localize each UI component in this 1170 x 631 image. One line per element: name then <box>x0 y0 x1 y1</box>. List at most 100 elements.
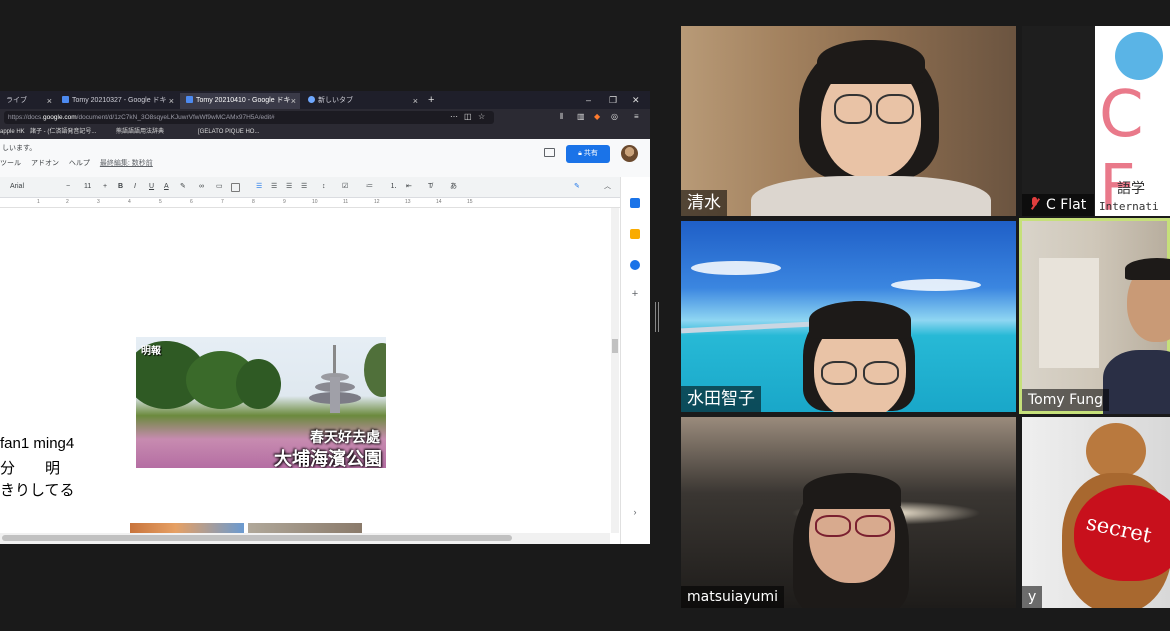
logo-subtitle: 語学 <box>1117 180 1145 196</box>
split-view-handle[interactable] <box>655 302 659 332</box>
heart-text: secret <box>1084 510 1154 548</box>
star-icon[interactable]: ☆ <box>478 112 485 121</box>
new-tab-button[interactable]: + <box>428 93 434 107</box>
url-prefix: https://docs. <box>8 114 44 121</box>
ruler-mark: 1 <box>37 199 40 205</box>
tab-doc-20210327[interactable]: Tomy 20210327 - Google ドキ × <box>56 93 178 109</box>
line-spacing-icon[interactable]: ↕ <box>322 181 326 193</box>
bold-button[interactable]: B <box>118 181 123 193</box>
ruler-mark: 9 <box>283 199 286 205</box>
checklist-icon[interactable]: ☑ <box>342 181 348 193</box>
highlight-icon[interactable]: ✎ <box>180 181 186 193</box>
participant-name: C Flat <box>1046 197 1087 213</box>
comment-add-icon[interactable]: ▭ <box>216 181 223 193</box>
input-tools-icon[interactable]: あ <box>450 181 457 193</box>
calendar-icon[interactable] <box>630 198 640 208</box>
bookmark-item[interactable]: 熊語語語用法辞典 <box>116 126 164 139</box>
align-center-icon[interactable]: ☰ <box>271 181 277 193</box>
participant-name-bar: C Flat <box>1022 194 1095 216</box>
share-button[interactable]: 🔒︎ 共有 <box>566 145 610 163</box>
account-icon[interactable]: ◎ <box>611 112 618 121</box>
video-tile-mizuta[interactable]: 水田智子 <box>681 221 1016 412</box>
docs-side-panel: + › <box>620 177 650 544</box>
tab-doc-20210410[interactable]: Tomy 20210410 - Google ドキ × <box>180 93 300 109</box>
bookmark-item[interactable]: [GELATO PIQUE HO... <box>198 126 259 139</box>
close-icon[interactable]: × <box>47 93 52 109</box>
video-tile-matsuiayumi[interactable]: matsuiayumi <box>681 417 1016 608</box>
ruler-mark: 11 <box>343 199 349 205</box>
tab-label: Tomy 20210327 - Google ドキ <box>72 97 167 104</box>
bookmark-item[interactable]: 諸子 - (仁済語発音記号... <box>30 126 96 139</box>
sidebar-icon[interactable]: ▥ <box>577 112 585 121</box>
globe-icon <box>1115 32 1163 80</box>
italic-button[interactable]: I <box>134 181 136 193</box>
video-tile-c-flat[interactable]: C F 語学 Internati C Flat <box>1022 26 1170 216</box>
increase-font-icon[interactable]: + <box>103 181 107 193</box>
vertical-scrollbar[interactable] <box>611 208 619 533</box>
text-color-button[interactable]: A <box>164 181 169 193</box>
menu-addons[interactable]: アドオン <box>31 160 59 167</box>
ruler-mark: 2 <box>66 199 69 205</box>
last-edit-link[interactable]: 最終編集: 数秒前 <box>100 160 153 167</box>
video-tile-shimizu[interactable]: 清水 <box>681 26 1016 216</box>
tab-live[interactable]: ライブ × <box>0 93 56 109</box>
chevron-right-icon[interactable]: › <box>630 507 640 517</box>
tree-shape <box>364 343 386 397</box>
embedded-photo-2[interactable] <box>130 523 244 533</box>
clear-format-icon[interactable]: T̸ <box>428 181 432 193</box>
underline-button[interactable]: U <box>149 181 154 193</box>
newspaper-logo: 明報 <box>141 346 161 357</box>
align-justify-icon[interactable]: ☰ <box>301 181 307 193</box>
font-size-input[interactable]: 11 <box>84 181 91 193</box>
avatar[interactable] <box>621 145 638 162</box>
collapse-icon[interactable]: ︿ <box>604 181 611 193</box>
library-icon[interactable]: ⫴ <box>560 112 563 122</box>
numbered-list-icon[interactable]: ⒈ <box>390 181 397 193</box>
indent-decrease-icon[interactable]: ⇤ <box>406 181 412 193</box>
embedded-photo[interactable]: 明報 春天好去處 大埔海濱公園 <box>136 337 386 468</box>
scroll-thumb[interactable] <box>612 339 618 353</box>
menu-help[interactable]: ヘルプ <box>69 160 90 167</box>
bookmark-item[interactable]: apple HK <box>0 126 25 139</box>
ruler-mark: 10 <box>312 199 318 205</box>
bullet-list-icon[interactable]: ≔ <box>366 181 373 193</box>
align-left-icon[interactable]: ☰ <box>256 181 262 193</box>
close-icon[interactable]: × <box>169 93 174 109</box>
restore-icon[interactable]: ❐ <box>609 93 617 107</box>
close-icon[interactable]: × <box>413 93 418 109</box>
window-close-icon[interactable]: ✕ <box>632 93 640 107</box>
menu-tools[interactable]: ツール <box>0 160 21 167</box>
keep-icon[interactable] <box>630 229 640 239</box>
decrease-font-icon[interactable]: − <box>66 181 70 193</box>
tasks-icon[interactable] <box>630 260 640 270</box>
comment-icon[interactable] <box>544 148 555 157</box>
tab-label: 新しいタブ <box>318 97 353 104</box>
doc-text-line: きりしてる <box>0 482 75 499</box>
participant-name: 水田智子 <box>681 386 761 412</box>
extension-icon[interactable]: ◆ <box>594 112 600 121</box>
doc-title[interactable]: しいます。 <box>2 143 36 153</box>
ruler-mark: 4 <box>128 199 131 205</box>
video-tile-y[interactable]: secret y <box>1022 417 1170 608</box>
docs-header: しいます。 ツール アドオン ヘルプ 最終編集: 数秒前 🔒︎ 共有 <box>0 139 650 177</box>
more-icon[interactable]: ⋯ <box>450 112 458 121</box>
tab-bar: ライブ × Tomy 20210327 - Google ドキ × Tomy 2… <box>0 91 650 109</box>
edit-mode-icon[interactable]: ✎ <box>574 181 580 193</box>
tab-label: Tomy 20210410 - Google ドキ <box>196 97 291 104</box>
embedded-photo-3[interactable] <box>248 523 362 533</box>
add-addon-icon[interactable]: + <box>630 289 640 300</box>
font-family-select[interactable]: Arial <box>10 181 24 193</box>
url-toolbar: https://docs.google.com/document/d/1zC7k… <box>0 109 650 126</box>
close-icon[interactable]: × <box>291 93 296 109</box>
align-right-icon[interactable]: ☰ <box>286 181 292 193</box>
horizontal-scroll-thumb[interactable] <box>2 535 512 541</box>
video-tile-tomy-fung[interactable]: Tomy Fung <box>1019 218 1170 414</box>
link-icon[interactable]: ∞ <box>199 181 204 193</box>
minimize-icon[interactable]: ‒ <box>586 93 591 107</box>
image-icon[interactable] <box>231 183 240 192</box>
share-label: 共有 <box>583 150 598 157</box>
address-bar[interactable]: https://docs.google.com/document/d/1zC7k… <box>4 111 494 124</box>
pocket-icon[interactable]: ◫ <box>464 112 472 121</box>
tab-new[interactable]: 新しいタブ × <box>302 93 422 109</box>
hamburger-menu-icon[interactable]: ≡ <box>634 112 639 121</box>
